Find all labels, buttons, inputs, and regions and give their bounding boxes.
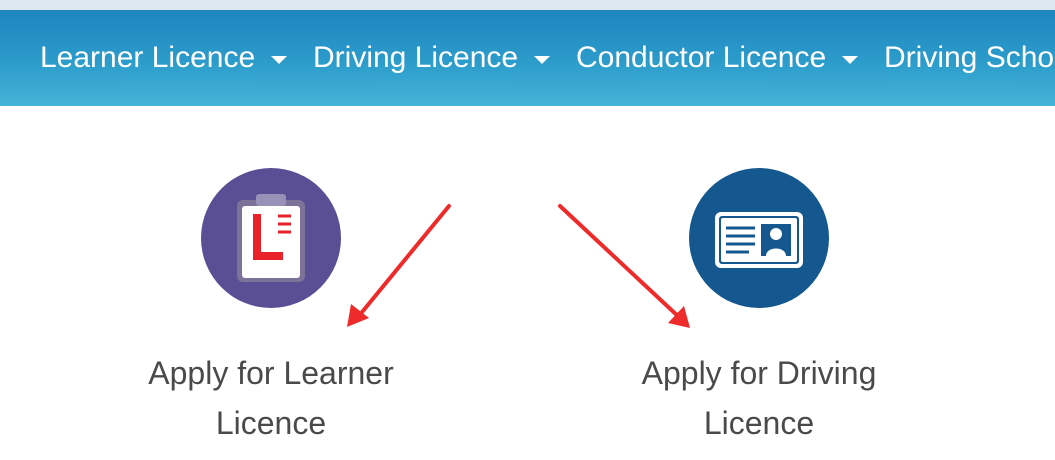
- browser-top-strip: [0, 0, 1055, 10]
- nav-learner-licence[interactable]: Learner Licence: [40, 10, 288, 106]
- chevron-down-icon: [842, 56, 859, 64]
- chevron-down-icon: [271, 56, 288, 64]
- nav-conductor-licence[interactable]: Conductor Licence: [576, 10, 859, 106]
- apply-learner-licence-label[interactable]: Apply for Learner Licence: [121, 348, 421, 448]
- nav-driving-school-label: Driving School: [884, 41, 1055, 74]
- nav-learner-licence-label: Learner Licence: [40, 41, 256, 74]
- nav-driving-licence-label: Driving Licence: [313, 41, 519, 74]
- chevron-down-icon: [534, 56, 551, 64]
- id-card-icon: [715, 212, 803, 268]
- nav-conductor-licence-label: Conductor Licence: [576, 41, 827, 74]
- learner-licence-icon-circle[interactable]: [201, 168, 341, 308]
- apply-learner-line1: Apply for Learner: [148, 355, 394, 391]
- learner-clipboard-icon: [237, 194, 305, 282]
- apply-driving-line1: Apply for Driving: [641, 355, 877, 391]
- main-navbar: Learner Licence Driving Licence Conducto…: [0, 10, 1055, 106]
- nav-driving-school[interactable]: Driving School: [884, 10, 1055, 106]
- apply-driving-line2: Licence: [703, 405, 815, 441]
- driving-licence-icon-circle[interactable]: [689, 168, 829, 308]
- apply-learner-licence-card[interactable]: Apply for Learner Licence: [121, 168, 421, 448]
- nav-driving-licence[interactable]: Driving Licence: [313, 10, 551, 106]
- apply-driving-licence-label[interactable]: Apply for Driving Licence: [609, 348, 909, 448]
- apply-learner-line2: Licence: [215, 405, 327, 441]
- apply-driving-licence-card[interactable]: Apply for Driving Licence: [609, 168, 909, 448]
